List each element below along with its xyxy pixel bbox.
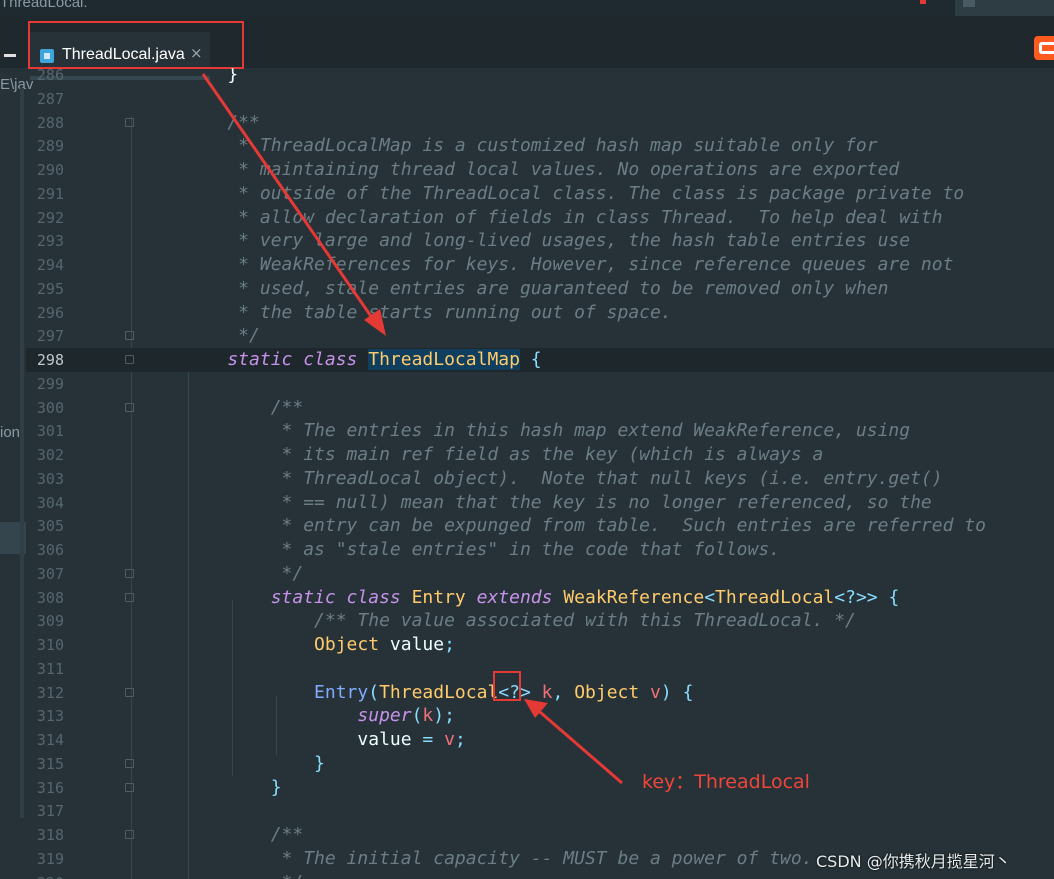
arrow-line-tab xyxy=(201,73,377,323)
annotation-arrows xyxy=(201,73,623,785)
arrow-line-k xyxy=(539,710,623,785)
